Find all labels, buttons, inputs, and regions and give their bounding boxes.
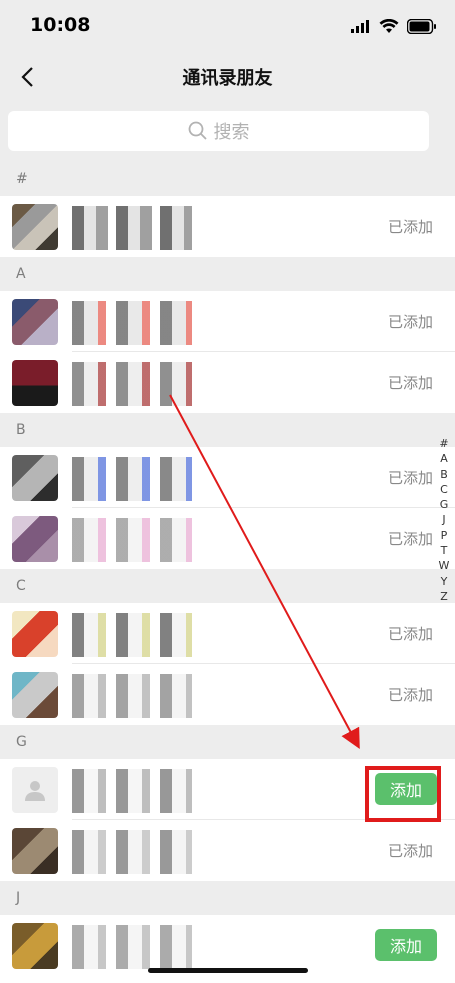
avatar	[12, 611, 58, 657]
page-title: 通讯录朋友	[182, 68, 273, 89]
contact-row[interactable]: 已添加	[0, 603, 455, 664]
contact-row[interactable]: 添加	[0, 915, 455, 976]
status-icons	[351, 16, 437, 36]
section-header: J	[0, 881, 455, 915]
added-status: 已添加	[387, 625, 433, 643]
index-letter[interactable]: Y	[441, 574, 448, 589]
added-status: 已添加	[387, 374, 433, 392]
contact-name-blurred	[72, 518, 192, 562]
index-letter[interactable]: B	[440, 467, 448, 482]
avatar	[12, 672, 58, 718]
index-letter[interactable]: Z	[440, 589, 448, 604]
contact-row[interactable]: 已添加	[0, 352, 455, 413]
added-status: 已添加	[387, 530, 433, 548]
contact-name-blurred	[72, 830, 192, 874]
avatar	[12, 923, 58, 969]
avatar	[12, 299, 58, 345]
contact-name-blurred	[72, 769, 192, 813]
wifi-icon	[379, 18, 399, 33]
section-header: B	[0, 413, 455, 447]
index-letter[interactable]: T	[441, 543, 448, 558]
battery-icon	[407, 18, 436, 34]
contact-name-blurred	[72, 925, 192, 969]
contact-name-blurred	[72, 362, 192, 406]
index-letter[interactable]: A	[440, 451, 448, 466]
avatar	[12, 204, 58, 250]
index-letter[interactable]: P	[441, 528, 448, 543]
search-area: 搜索	[0, 102, 455, 162]
contact-list: # 已添加 A 已添加 已添加 B 已添加 已添加 C 已添加 已添加 G 添加…	[0, 162, 455, 976]
contact-row[interactable]: 已添加	[0, 447, 455, 508]
contact-row[interactable]: 已添加	[0, 196, 455, 257]
contact-name-blurred	[72, 457, 192, 501]
avatar	[12, 828, 58, 874]
avatar	[12, 516, 58, 562]
avatar-placeholder	[12, 767, 58, 813]
index-letter[interactable]: J	[442, 512, 445, 527]
contact-row[interactable]: 已添加	[0, 508, 455, 569]
contact-row[interactable]: 已添加	[0, 291, 455, 352]
added-status: 已添加	[387, 842, 433, 860]
status-time: 10:08	[30, 14, 91, 36]
contact-name-blurred	[72, 301, 192, 345]
added-status: 已添加	[387, 469, 433, 487]
nav-bar: 通讯录朋友	[0, 52, 455, 102]
alphabet-index[interactable]: # A B C G J P T W Y Z	[435, 436, 453, 604]
section-header: C	[0, 569, 455, 603]
avatar	[12, 360, 58, 406]
search-icon	[188, 121, 207, 140]
added-status: 已添加	[387, 686, 433, 704]
added-status: 已添加	[387, 313, 433, 331]
contact-name-blurred	[72, 674, 192, 718]
contact-name-blurred	[72, 206, 192, 250]
avatar	[12, 455, 58, 501]
add-friend-button[interactable]: 添加	[375, 929, 437, 961]
added-status: 已添加	[387, 218, 433, 236]
index-letter[interactable]: W	[439, 558, 450, 573]
annotation-highlight-box	[365, 766, 441, 822]
section-header: A	[0, 257, 455, 291]
user-icon	[25, 781, 45, 801]
contact-row[interactable]: 已添加	[0, 664, 455, 725]
section-header: G	[0, 725, 455, 759]
section-header: #	[0, 162, 455, 196]
signal-icon	[351, 20, 369, 33]
search-placeholder: 搜索	[213, 122, 250, 143]
index-letter[interactable]: C	[440, 482, 448, 497]
index-letter[interactable]: G	[440, 497, 449, 512]
status-bar: 10:08	[0, 0, 455, 52]
home-indicator	[148, 968, 308, 973]
contact-name-blurred	[72, 613, 192, 657]
contact-row[interactable]: 已添加	[0, 820, 455, 881]
search-input[interactable]: 搜索	[8, 111, 429, 151]
index-letter[interactable]: #	[439, 436, 448, 451]
